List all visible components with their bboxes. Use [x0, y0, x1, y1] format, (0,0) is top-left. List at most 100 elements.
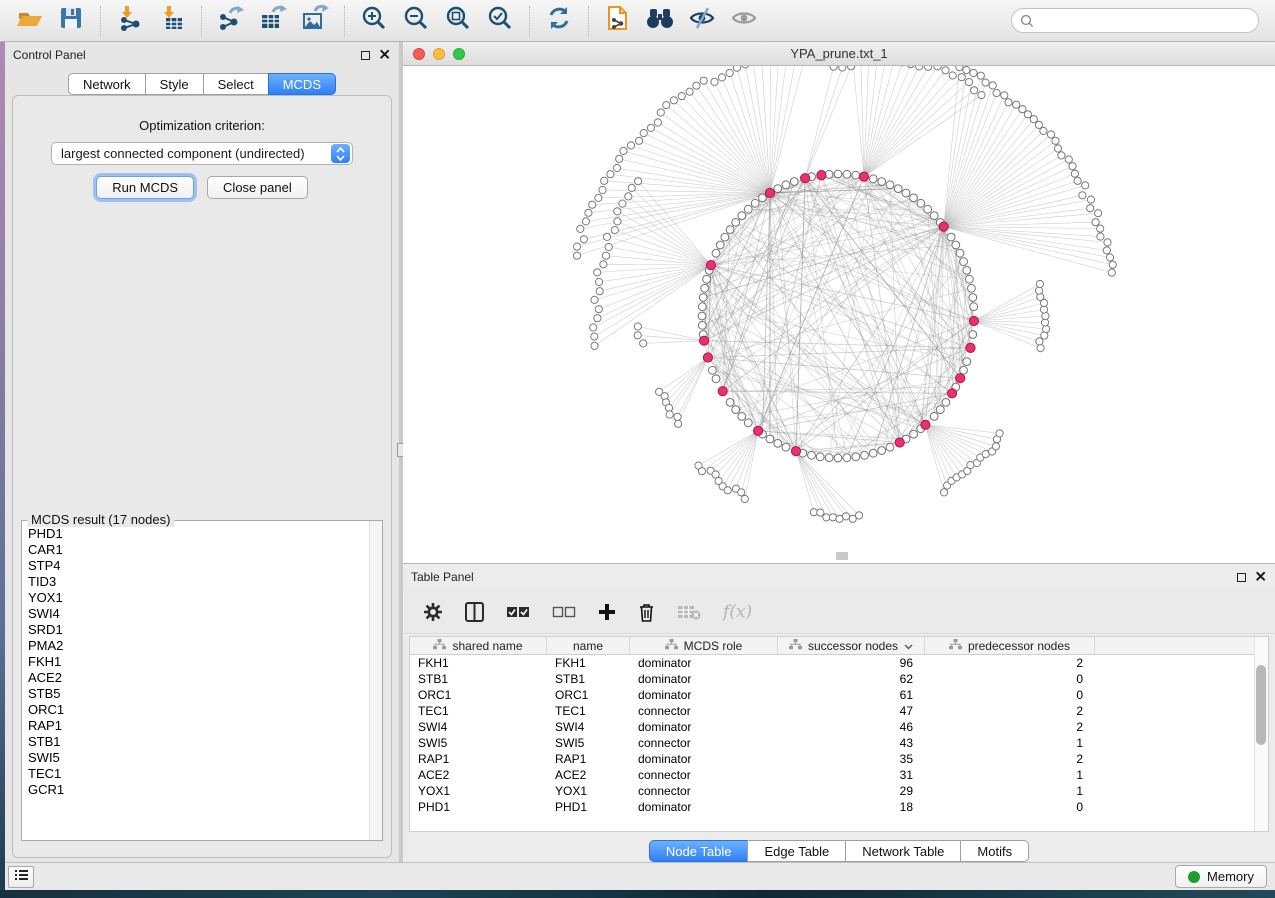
mcds-result-item[interactable]: GCR1 [28, 782, 382, 798]
tab-style[interactable]: Style [145, 73, 204, 95]
table-cell: 43 [778, 735, 925, 751]
table-row[interactable]: FKH1FKH1dominator962 [410, 655, 1268, 671]
close-panel-button[interactable]: Close panel [207, 176, 308, 199]
optimization-criterion-label: Optimization criterion: [13, 118, 391, 133]
zoom-selected-button[interactable] [481, 4, 519, 38]
float-panel-icon[interactable] [361, 51, 370, 60]
export-image-button[interactable] [296, 4, 334, 38]
network-canvas[interactable] [403, 66, 1275, 563]
table-cell: FKH1 [547, 655, 630, 671]
search-input[interactable] [1011, 8, 1259, 33]
memory-button[interactable]: Memory [1175, 865, 1267, 888]
tab-select[interactable]: Select [203, 73, 269, 95]
tab-network[interactable]: Network [68, 73, 146, 95]
table-cell: PHD1 [410, 799, 547, 815]
table-settings-button[interactable] [423, 602, 443, 622]
criterion-select[interactable]: largest connected component (undirected) [51, 142, 353, 165]
column-header-shared-name[interactable]: shared name [410, 637, 547, 654]
network-window-titlebar[interactable]: YPA_prune.txt_1 [403, 42, 1275, 66]
table-row[interactable]: SWI4SWI4dominator462 [410, 719, 1268, 735]
table-tab-network-table[interactable]: Network Table [845, 840, 961, 862]
run-mcds-button[interactable]: Run MCDS [96, 176, 194, 199]
mcds-result-item[interactable]: YOX1 [28, 590, 382, 606]
mcds-result-item[interactable]: TEC1 [28, 766, 382, 782]
show-graphics-button[interactable] [725, 4, 763, 38]
show-columns-button[interactable] [465, 602, 484, 622]
import-network-button[interactable] [111, 4, 149, 38]
export-network-button[interactable] [212, 4, 250, 38]
column-header-successor-nodes[interactable]: successor nodes [778, 637, 925, 654]
column-header-MCDS-role[interactable]: MCDS role [630, 637, 778, 654]
table-row[interactable]: RAP1RAP1dominator352 [410, 751, 1268, 767]
table-tab-edge-table[interactable]: Edge Table [747, 840, 846, 862]
select-all-button[interactable] [506, 605, 530, 619]
tab-mcds[interactable]: MCDS [268, 73, 336, 95]
mcds-result-item[interactable]: RAP1 [28, 718, 382, 734]
table-tab-motifs[interactable]: Motifs [960, 840, 1029, 862]
mcds-result-item[interactable]: STP4 [28, 558, 382, 574]
table-cell: 2 [925, 751, 1095, 767]
delete-table-button[interactable] [677, 604, 701, 620]
create-column-button[interactable] [598, 603, 616, 621]
zoom-out-icon [403, 5, 429, 36]
mcds-result-list[interactable]: PHD1CAR1STP4TID3YOX1SWI4SRD1PMA2FKH1ACE2… [22, 521, 382, 840]
mcds-result-item[interactable]: SRD1 [28, 622, 382, 638]
table-cell: connector [630, 703, 778, 719]
main-toolbar [0, 0, 1275, 42]
table-tab-node-table[interactable]: Node Table [649, 840, 749, 862]
table-row[interactable]: STB1STB1dominator620 [410, 671, 1268, 687]
zoom-out-button[interactable] [397, 4, 435, 38]
table-row[interactable]: ORC1ORC1dominator610 [410, 687, 1268, 703]
table-cell: 18 [778, 799, 925, 815]
find-button[interactable] [641, 4, 679, 38]
refresh-button[interactable] [540, 4, 578, 38]
table-row[interactable]: ACE2ACE2connector311 [410, 767, 1268, 783]
mcds-result-item[interactable]: FKH1 [28, 654, 382, 670]
table-cell: 62 [778, 671, 925, 687]
mcds-result-item[interactable]: PHD1 [28, 526, 382, 542]
table-cell: 2 [925, 703, 1095, 719]
import-table-button[interactable] [153, 4, 191, 38]
table-cell: 47 [778, 703, 925, 719]
close-table-panel-icon[interactable]: ⨯ [1254, 572, 1267, 582]
open-file-button[interactable] [10, 4, 48, 38]
table-cell: connector [630, 783, 778, 799]
column-header-predecessor-nodes[interactable]: predecessor nodes [925, 637, 1095, 654]
table-row[interactable]: TEC1TEC1connector472 [410, 703, 1268, 719]
table-cell: 46 [778, 719, 925, 735]
mcds-result-item[interactable]: CAR1 [28, 542, 382, 558]
column-header-name[interactable]: name [547, 637, 630, 654]
hide-graphics-button[interactable] [683, 4, 721, 38]
table-scrollbar-thumb[interactable] [1256, 665, 1266, 745]
table-scrollbar[interactable] [1254, 637, 1268, 831]
mcds-result-item[interactable]: SWI4 [28, 606, 382, 622]
delete-column-button[interactable] [638, 602, 655, 622]
zoom-in-button[interactable] [355, 4, 393, 38]
mcds-result-item[interactable]: STB5 [28, 686, 382, 702]
table-row[interactable]: PHD1PHD1dominator180 [410, 799, 1268, 815]
function-builder-button[interactable]: f(x) [723, 602, 752, 622]
zoom-selected-icon [487, 5, 513, 36]
task-history-button[interactable] [8, 866, 34, 888]
deselect-all-button[interactable] [552, 605, 576, 619]
save-session-button[interactable] [52, 4, 90, 38]
mcds-result-item[interactable]: ORC1 [28, 702, 382, 718]
close-panel-icon[interactable]: ⨯ [378, 50, 391, 60]
mcds-result-item[interactable]: TID3 [28, 574, 382, 590]
table-row[interactable]: SWI5SWI5connector431 [410, 735, 1268, 751]
mcds-result-item[interactable]: PMA2 [28, 638, 382, 654]
float-table-panel-icon[interactable] [1237, 573, 1246, 582]
share-document-button[interactable] [599, 4, 637, 38]
column-type-icon [665, 639, 678, 653]
mcds-result-item[interactable]: SWI5 [28, 750, 382, 766]
network-scroll-thumb[interactable] [836, 552, 848, 560]
table-row[interactable]: YOX1YOX1connector291 [410, 783, 1268, 799]
mcds-result-item[interactable]: ACE2 [28, 670, 382, 686]
mcds-result-scrollbar[interactable] [369, 521, 382, 840]
select-stepper-icon [331, 144, 350, 163]
table-cell: PHD1 [547, 799, 630, 815]
export-table-button[interactable] [254, 4, 292, 38]
zoom-fit-button[interactable] [439, 4, 477, 38]
mcds-result-item[interactable]: STB1 [28, 734, 382, 750]
eye-slash-icon [688, 6, 716, 35]
